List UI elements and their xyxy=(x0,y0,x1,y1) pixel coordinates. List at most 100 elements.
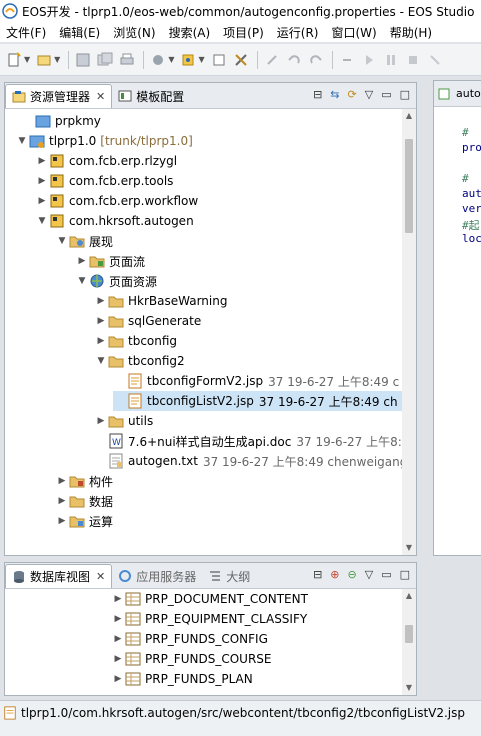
menu-run[interactable]: 运行(R) xyxy=(277,24,319,41)
tree-item-autogen[interactable]: ▼ com.hkrsoft.autogen xyxy=(35,211,194,231)
tree-item-api-doc[interactable]: W 7.6+nui样式自动生成api.doc 37 19-6-27 上午8: xyxy=(94,431,402,451)
tab-app-server[interactable]: 应用服务器 xyxy=(112,564,202,588)
tree-item-tlprp1[interactable]: ▼ tlprp1.0 [trunk/tlprp1.0] xyxy=(15,131,193,151)
collapsed-arrow-icon[interactable]: ▶ xyxy=(35,196,49,206)
print-icon[interactable] xyxy=(117,50,137,70)
tab-template-config[interactable]: 模板配置 xyxy=(112,84,190,108)
menu-file[interactable]: 文件(F) xyxy=(6,24,46,41)
tree-item-tbconfiglistv2[interactable]: tbconfigListV2.jsp 37 19-6-27 上午8:49 ch xyxy=(113,391,402,411)
deploy-icon[interactable] xyxy=(178,50,198,70)
db-list-scrollbar[interactable]: ▲ ▼ xyxy=(402,589,416,695)
scroll-up-icon[interactable]: ▲ xyxy=(402,589,416,603)
tree-item-data[interactable]: ▶ 数据 xyxy=(55,491,113,511)
tree-item-tools[interactable]: ▶ com.fcb.erp.tools xyxy=(35,171,174,191)
menu-navigate[interactable]: 浏览(N) xyxy=(113,24,155,41)
collapsed-arrow-icon[interactable]: ▶ xyxy=(111,594,125,604)
collapsed-arrow-icon[interactable]: ▶ xyxy=(55,476,69,486)
disconnect-icon[interactable]: ⊖ xyxy=(348,568,357,581)
maximize-icon[interactable]: □ xyxy=(400,88,410,101)
collapse-all-icon[interactable]: ⊟ xyxy=(313,88,322,101)
tree-item-page-resources[interactable]: ▼ 页面资源 xyxy=(75,271,157,291)
new-package-icon[interactable] xyxy=(34,50,54,70)
save-all-icon[interactable] xyxy=(95,50,115,70)
tab-database-view[interactable]: 数据库视图 ✕ xyxy=(5,564,113,588)
undo-icon[interactable] xyxy=(284,50,304,70)
tree-item-operations[interactable]: ▶ 运算 xyxy=(55,511,113,531)
project-tree-scrollbar[interactable]: ▲ ▼ xyxy=(402,109,416,555)
tree-item-prpkmy[interactable]: prpkmy xyxy=(21,111,101,131)
redo-icon[interactable] xyxy=(306,50,326,70)
menu-help[interactable]: 帮助(H) xyxy=(390,24,432,41)
collapsed-arrow-icon[interactable]: ▶ xyxy=(94,316,108,326)
collapsed-arrow-icon[interactable]: ▶ xyxy=(111,674,125,684)
save-icon[interactable] xyxy=(73,50,93,70)
editor-area[interactable]: auto # pro # aut ver #起 loc xyxy=(433,80,481,556)
terminate-icon[interactable] xyxy=(403,50,423,70)
tree-item-components[interactable]: ▶ 构件 xyxy=(55,471,113,491)
tab-outline[interactable]: 大纲 xyxy=(202,564,256,588)
scrollbar-thumb[interactable] xyxy=(405,625,413,643)
tree-item-sqlgenerate[interactable]: ▶ sqlGenerate xyxy=(94,311,202,331)
expanded-arrow-icon[interactable]: ▼ xyxy=(55,236,69,246)
editor-tab[interactable]: auto xyxy=(434,81,481,107)
tree-item-utils[interactable]: ▶ utils xyxy=(94,411,154,431)
collapsed-arrow-icon[interactable]: ▶ xyxy=(111,654,125,664)
collapsed-arrow-icon[interactable]: ▶ xyxy=(35,156,49,166)
tree-item-presentation[interactable]: ▼ 展现 xyxy=(55,231,113,251)
sync-icon[interactable]: ⟳ xyxy=(348,88,357,101)
collapsed-arrow-icon[interactable]: ▶ xyxy=(94,336,108,346)
tools-icon[interactable] xyxy=(231,50,251,70)
tree-item-hkrbasewarning[interactable]: ▶ HkrBaseWarning xyxy=(94,291,228,311)
open-type-icon[interactable] xyxy=(209,50,229,70)
tree-item-tbconfigformv2[interactable]: tbconfigFormV2.jsp 37 19-6-27 上午8:49 c xyxy=(113,371,399,391)
view-menu-icon[interactable]: ▽ xyxy=(365,88,373,101)
table-row[interactable]: ▶ PRP_FUNDS_PLAN xyxy=(111,669,253,689)
scroll-up-icon[interactable]: ▲ xyxy=(402,109,416,123)
edit-icon[interactable] xyxy=(262,50,282,70)
scroll-down-icon[interactable]: ▼ xyxy=(402,541,416,555)
collapsed-arrow-icon[interactable]: ▶ xyxy=(111,614,125,624)
menu-project[interactable]: 项目(P) xyxy=(223,24,264,41)
collapsed-arrow-icon[interactable]: ▶ xyxy=(55,516,69,526)
collapsed-arrow-icon[interactable]: ▶ xyxy=(94,296,108,306)
tab-resource-explorer[interactable]: 资源管理器 ✕ xyxy=(5,84,113,108)
table-row[interactable]: ▶ PRP_EQUIPMENT_CLASSIFY xyxy=(111,609,308,629)
expanded-arrow-icon[interactable]: ▼ xyxy=(35,216,49,226)
table-row[interactable]: ▶ PRP_DOCUMENT_CONTENT xyxy=(111,589,308,609)
connect-icon[interactable]: ⊕ xyxy=(330,568,339,581)
menu-edit[interactable]: 编辑(E) xyxy=(59,24,100,41)
new-icon[interactable] xyxy=(4,50,24,70)
expanded-arrow-icon[interactable]: ▼ xyxy=(15,136,29,146)
table-row[interactable]: ▶ PRP_FUNDS_CONFIG xyxy=(111,629,268,649)
collapse-all-icon[interactable]: ⊟ xyxy=(313,568,322,581)
link-editor-icon[interactable]: ⇆ xyxy=(330,88,339,101)
debug-icon[interactable] xyxy=(425,50,445,70)
suspend-icon[interactable] xyxy=(381,50,401,70)
collapsed-arrow-icon[interactable]: ▶ xyxy=(94,416,108,426)
expanded-arrow-icon[interactable]: ▼ xyxy=(94,356,108,366)
tree-item-workflow[interactable]: ▶ com.fcb.erp.workflow xyxy=(35,191,199,211)
collapsed-arrow-icon[interactable]: ▶ xyxy=(75,256,89,266)
minimize-icon[interactable]: ▭ xyxy=(381,88,391,101)
scrollbar-thumb[interactable] xyxy=(405,139,413,233)
resume-icon[interactable] xyxy=(359,50,379,70)
collapsed-arrow-icon[interactable]: ▶ xyxy=(111,634,125,644)
close-icon[interactable]: ✕ xyxy=(96,570,105,583)
new-dropdown-icon[interactable]: ▼ xyxy=(24,55,30,64)
deploy-dropdown-icon[interactable]: ▼ xyxy=(198,55,204,64)
maximize-icon[interactable]: □ xyxy=(400,568,410,581)
expanded-arrow-icon[interactable]: ▼ xyxy=(75,276,89,286)
scroll-down-icon[interactable]: ▼ xyxy=(402,681,416,695)
tree-item-pageflow[interactable]: ▶ 页面流 xyxy=(75,251,145,271)
menu-search[interactable]: 搜索(A) xyxy=(169,24,211,41)
build-dropdown-icon[interactable]: ▼ xyxy=(168,55,174,64)
build-icon[interactable] xyxy=(148,50,168,70)
table-row[interactable]: ▶ PRP_FUNDS_COURSE xyxy=(111,649,272,669)
view-menu-icon[interactable]: ▽ xyxy=(365,568,373,581)
minimize-icon[interactable]: ▭ xyxy=(381,568,391,581)
close-icon[interactable]: ✕ xyxy=(96,90,105,103)
new-package-dropdown-icon[interactable]: ▼ xyxy=(54,55,60,64)
tree-item-autogen-txt[interactable]: autogen.txt 37 19-6-27 上午8:49 chenweigan… xyxy=(94,451,407,471)
tree-item-tbconfig2[interactable]: ▼ tbconfig2 xyxy=(94,351,185,371)
menu-window[interactable]: 窗口(W) xyxy=(331,24,376,41)
